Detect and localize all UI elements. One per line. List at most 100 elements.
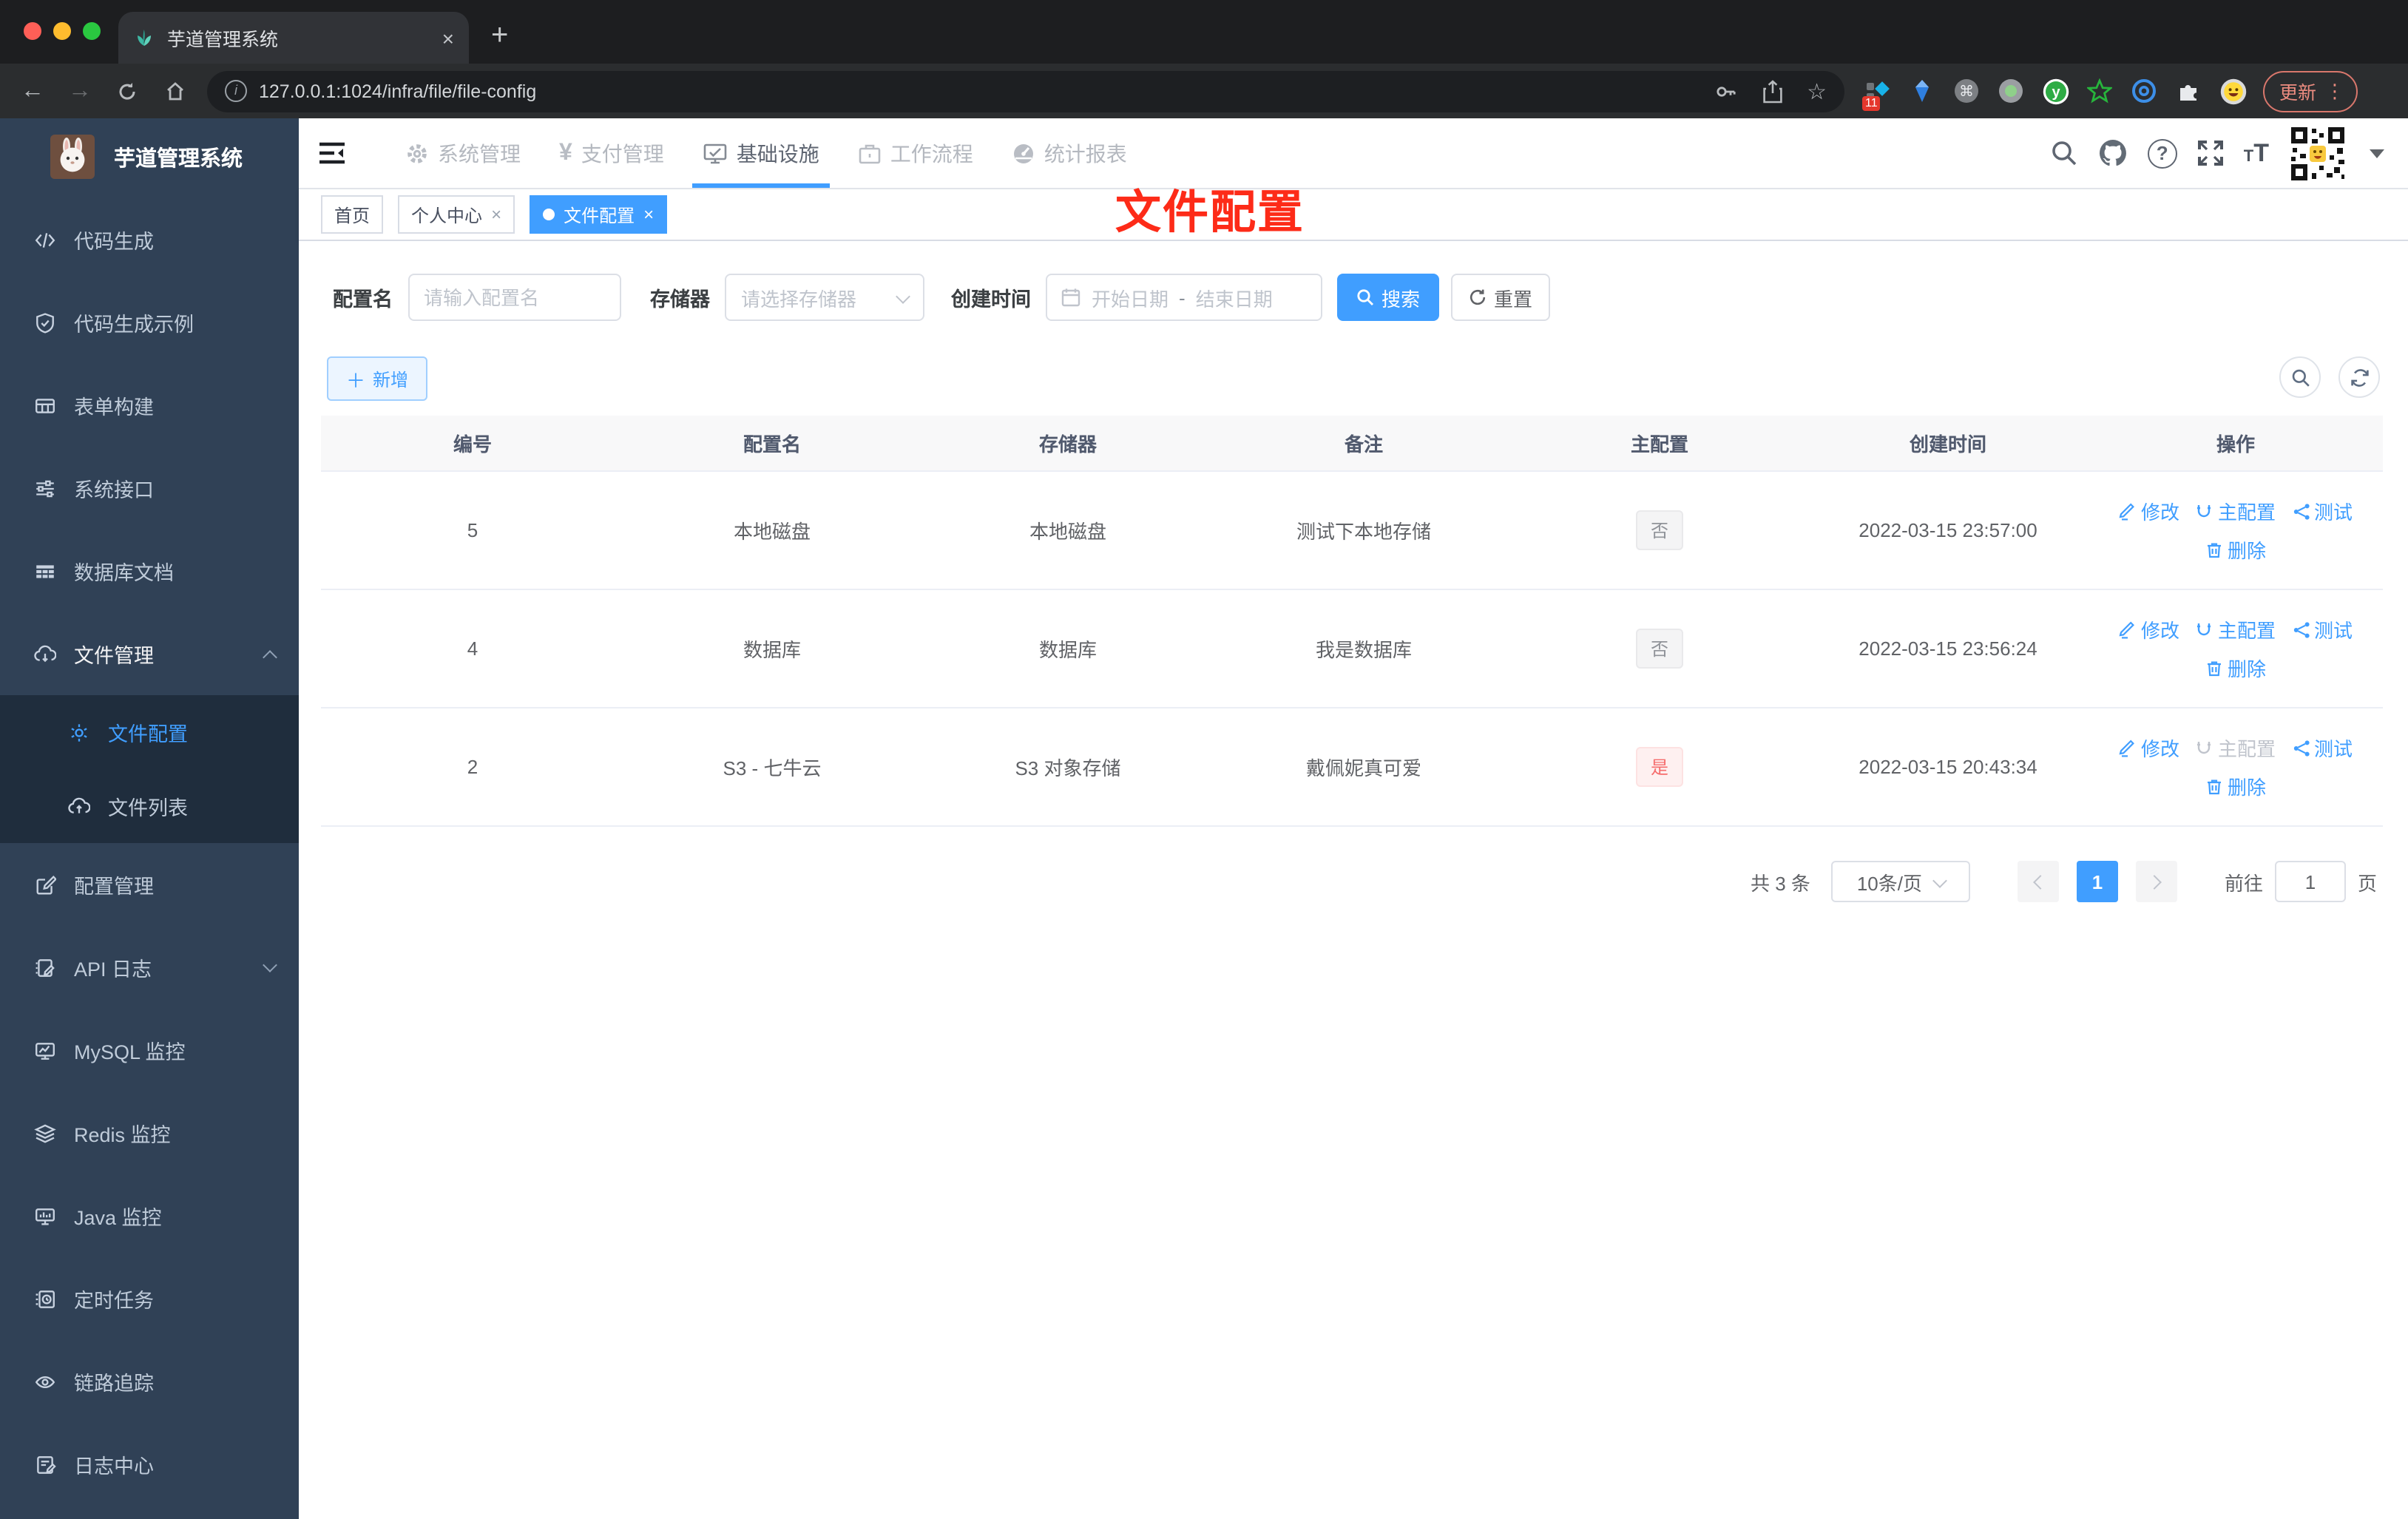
magnet-icon: [2197, 623, 2211, 635]
prev-page-button[interactable]: [2017, 861, 2059, 902]
tag-profile[interactable]: 个人中心 ×: [398, 195, 515, 234]
minimize-window-button[interactable]: [53, 22, 71, 40]
page-number-1[interactable]: 1: [2076, 861, 2118, 902]
delete-link[interactable]: 删除: [2205, 772, 2266, 800]
tags-view-bar: 首页 个人中心 × 文件配置 ×: [299, 189, 2408, 241]
top-menu-workflow[interactable]: 工作流程: [839, 118, 992, 188]
page-size-select[interactable]: 10条/页: [1830, 861, 1970, 902]
top-menu: 系统管理 ¥ 支付管理 基础设施 工作流程 统计报表: [386, 118, 1146, 188]
sidebar-item-log-center[interactable]: 日志中心: [0, 1423, 299, 1506]
fullscreen-icon[interactable]: [2196, 139, 2225, 167]
url-bar[interactable]: i 127.0.0.1:1024/infra/file/file-config …: [207, 70, 1844, 112]
back-icon[interactable]: ←: [9, 78, 56, 104]
top-menu-payment[interactable]: ¥ 支付管理: [540, 118, 683, 188]
sidebar-item-file-list[interactable]: 文件列表: [0, 769, 299, 843]
extension-y-icon[interactable]: y: [2043, 78, 2069, 105]
reload-icon[interactable]: [104, 81, 151, 101]
avatar-caret-icon[interactable]: [2370, 149, 2384, 158]
extension-diamond-icon[interactable]: 11: [1862, 78, 1890, 111]
app-logo-rabbit: [50, 135, 95, 179]
sidebar-item-java-monitor[interactable]: Java 监控: [0, 1174, 299, 1257]
goto-page-input[interactable]: [2274, 861, 2346, 902]
help-icon[interactable]: ?: [2147, 138, 2177, 168]
close-window-button[interactable]: [24, 22, 41, 40]
sidebar-item-db-doc[interactable]: 数据库文档: [0, 530, 299, 612]
extension-puzzle-icon[interactable]: [2176, 78, 2201, 104]
test-link[interactable]: 测试: [2292, 615, 2353, 643]
share-icon[interactable]: [1761, 79, 1783, 103]
search-icon[interactable]: [2050, 139, 2078, 167]
extension-command-icon[interactable]: ⌘: [1954, 78, 1979, 104]
edit-link[interactable]: 修改: [2119, 497, 2179, 525]
page-size-value: 10条/页: [1856, 872, 1922, 894]
extension-emoji-icon[interactable]: [2220, 78, 2247, 105]
sidebar-item-api-log[interactable]: API 日志: [0, 926, 299, 1009]
search-icon: [1357, 289, 1373, 305]
tag-file-config[interactable]: 文件配置 ×: [530, 195, 668, 234]
top-menu-infrastructure[interactable]: 基础设施: [683, 118, 839, 188]
extension-star-icon[interactable]: [2087, 78, 2112, 104]
search-button[interactable]: 搜索: [1337, 274, 1440, 321]
browser-update-button[interactable]: 更新 ⋮: [2263, 70, 2358, 112]
config-name-input[interactable]: [407, 274, 620, 321]
test-link[interactable]: 测试: [2292, 497, 2353, 525]
extension-eye-icon[interactable]: [2131, 78, 2157, 104]
tag-close-icon[interactable]: ×: [491, 204, 501, 225]
show-search-button[interactable]: [2279, 356, 2321, 398]
window-controls[interactable]: [24, 22, 101, 40]
bookmark-star-icon[interactable]: ☆: [1807, 78, 1827, 104]
edit-link[interactable]: 修改: [2119, 734, 2179, 762]
edit-link[interactable]: 修改: [2119, 615, 2179, 643]
sidebar-item-form-builder[interactable]: 表单构建: [0, 364, 299, 447]
tag-home[interactable]: 首页: [321, 195, 384, 234]
table-row: 4 数据库 数据库 我是数据库 否 2022-03-15 23:56:24 修改: [321, 590, 2383, 708]
delete-link[interactable]: 删除: [2205, 535, 2266, 564]
extension-gem-icon[interactable]: [1910, 78, 1935, 104]
sidebar-item-file-management[interactable]: 文件管理: [0, 612, 299, 695]
master-config-link[interactable]: 主配置: [2196, 497, 2276, 525]
cell-name: S3 - 七牛云: [723, 757, 822, 779]
refresh-table-button[interactable]: [2338, 356, 2380, 398]
sidebar-item-system-api[interactable]: 系统接口: [0, 447, 299, 530]
url-text[interactable]: 127.0.0.1:1024/infra/file/file-config: [259, 81, 536, 101]
browser-tab[interactable]: 芋道管理系统 ×: [118, 12, 469, 64]
test-link[interactable]: 测试: [2292, 734, 2353, 762]
date-range-picker[interactable]: 开始日期 - 结束日期: [1046, 274, 1322, 321]
github-icon[interactable]: [2097, 138, 2128, 169]
master-tag-yes: 是: [1635, 747, 1683, 787]
reset-button[interactable]: 重置: [1451, 274, 1551, 321]
storage-select[interactable]: 请选择存储器: [725, 274, 924, 321]
trash-icon: [2207, 542, 2221, 558]
site-info-icon[interactable]: i: [225, 80, 247, 102]
sidebar-item-file-config[interactable]: 文件配置: [0, 695, 299, 769]
active-dot: [543, 209, 555, 220]
maximize-window-button[interactable]: [83, 22, 101, 40]
sidebar-item-code-generation[interactable]: 代码生成: [0, 198, 299, 281]
sidebar-item-trace[interactable]: 链路追踪: [0, 1340, 299, 1423]
edit-icon: [2120, 502, 2135, 520]
tag-close-icon[interactable]: ×: [643, 204, 654, 225]
sidebar-item-mysql-monitor[interactable]: MySQL 监控: [0, 1009, 299, 1092]
password-key-icon[interactable]: [1714, 79, 1737, 103]
add-button[interactable]: ＋ 新增: [327, 356, 428, 401]
sidebar-item-redis-monitor[interactable]: Redis 监控: [0, 1092, 299, 1174]
top-menu-system[interactable]: 系统管理: [386, 118, 540, 188]
share-test-icon: [2293, 503, 2309, 519]
next-page-button[interactable]: [2135, 861, 2177, 902]
new-tab-button[interactable]: +: [491, 15, 508, 56]
delete-link[interactable]: 删除: [2205, 654, 2266, 682]
font-size-icon[interactable]: TT: [2244, 138, 2269, 168]
forward-icon[interactable]: →: [56, 78, 104, 104]
sidebar-item-scheduled-tasks[interactable]: 定时任务: [0, 1257, 299, 1340]
home-icon[interactable]: [151, 80, 198, 102]
extension-grey-dot-icon[interactable]: [1998, 78, 2023, 104]
browser-menu-icon[interactable]: ⋮: [2325, 79, 2344, 103]
collapse-sidebar-icon[interactable]: [319, 142, 345, 164]
sidebar-logo-row[interactable]: 芋道管理系统: [0, 127, 299, 186]
trash-icon: [2207, 660, 2221, 676]
master-config-link[interactable]: 主配置: [2196, 615, 2276, 643]
sidebar-item-config-management[interactable]: 配置管理: [0, 843, 299, 926]
avatar[interactable]: [2288, 124, 2347, 183]
sidebar-item-code-gen-example[interactable]: 代码生成示例: [0, 281, 299, 364]
tab-close-icon[interactable]: ×: [442, 26, 454, 50]
